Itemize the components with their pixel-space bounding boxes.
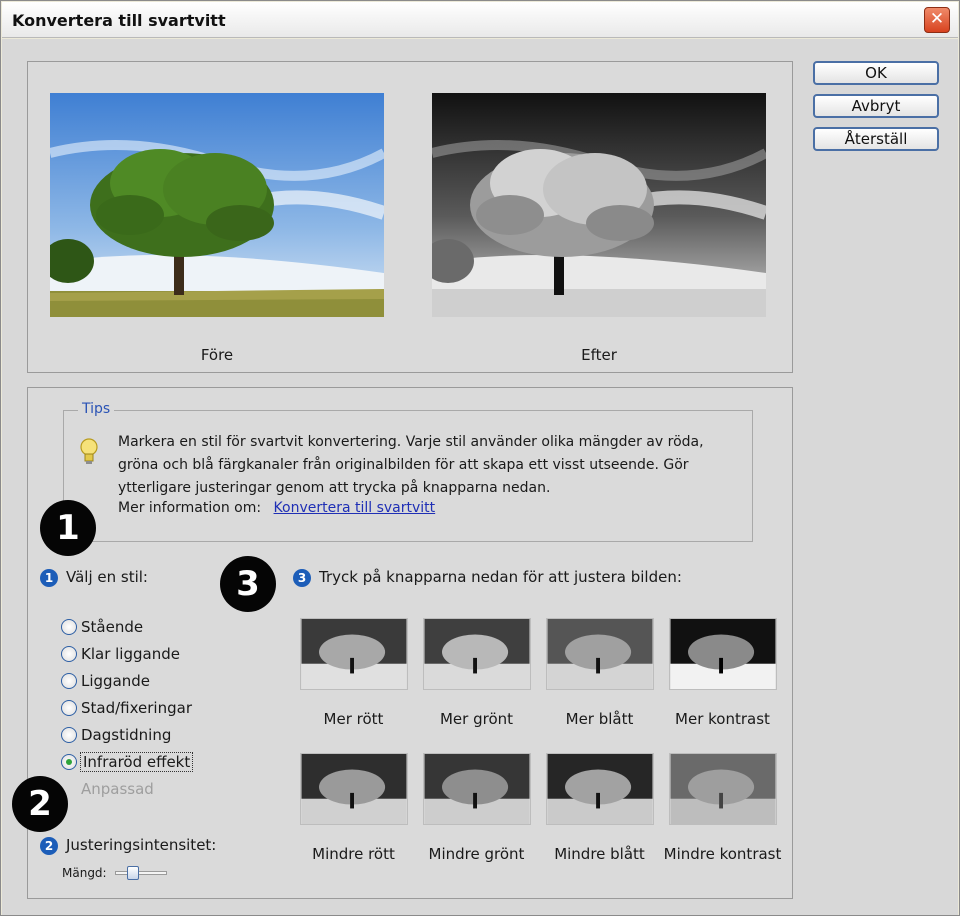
step-badge-3: 3: [220, 556, 276, 612]
settings-panel: Tips Markera en stil för svartvit konver…: [12, 387, 793, 899]
close-button[interactable]: ✕: [924, 7, 950, 33]
more-blue-button[interactable]: Mer blått: [539, 618, 660, 753]
radio-label: Stad/fixeringar: [81, 698, 192, 717]
thumbnail-image: [299, 753, 408, 825]
thumb-label: Mer blått: [565, 710, 634, 728]
less-red-button[interactable]: Mindre rött: [293, 753, 414, 888]
ok-button[interactable]: OK: [813, 61, 939, 85]
window-title: Konvertera till svartvitt: [12, 11, 226, 30]
more-red-button[interactable]: Mer rött: [293, 618, 414, 753]
thumbnail-image: [668, 618, 777, 690]
thumb-label: Mer grönt: [439, 710, 514, 728]
cancel-button[interactable]: Avbryt: [813, 94, 939, 118]
amount-label: Mängd:: [62, 866, 107, 880]
thumbnail-image: [668, 753, 777, 825]
step-icon: 2: [40, 836, 58, 855]
style-option-clear-landscape[interactable]: Klar liggande: [61, 640, 192, 667]
style-label-text: Välj en stil:: [66, 568, 148, 586]
radio-button[interactable]: [61, 699, 77, 716]
dialog-client: Före Efter OK Avbryt Återställ Tips Mark…: [2, 39, 958, 915]
amount-row: Mängd:: [62, 866, 167, 880]
dialog-window: Konvertera till svartvitt ✕ Före Efter O…: [0, 0, 960, 916]
preview-panel: Före Efter: [27, 61, 793, 373]
radio-button[interactable]: [61, 645, 77, 662]
tips-more-info: Mer information om: Konvertera till svar…: [118, 500, 435, 516]
amount-slider[interactable]: [114, 866, 167, 880]
more-info-label: Mer information om:: [118, 500, 262, 516]
tips-group: Tips Markera en stil för svartvit konver…: [63, 401, 753, 542]
thumbnail-image: [545, 753, 654, 825]
before-image: [50, 93, 384, 317]
reset-button[interactable]: Återställ: [813, 127, 939, 151]
adjust-buttons-grid: Mer rött Mer grönt Mer blått Mer kontras…: [293, 618, 785, 888]
style-option-standing[interactable]: Stående: [61, 613, 192, 640]
radio-label: Anpassad: [81, 779, 154, 798]
after-label: Efter: [581, 346, 617, 364]
radio-button[interactable]: [61, 618, 77, 635]
thumbnail-image: [422, 618, 531, 690]
style-section-label: 1 Välj en stil:: [40, 568, 148, 587]
lightbulb-icon: [80, 438, 98, 464]
thumbnail-image: [299, 618, 408, 690]
thumb-label: Mer rött: [323, 710, 384, 728]
radio-label: Liggande: [81, 671, 151, 690]
thumb-label: Mer kontrast: [675, 710, 770, 728]
tips-legend: Tips: [78, 401, 115, 417]
before-label: Före: [200, 346, 234, 364]
help-link[interactable]: Konvertera till svartvitt: [274, 500, 436, 516]
radio-label: Dagstidning: [81, 725, 172, 744]
more-contrast-button[interactable]: Mer kontrast: [662, 618, 783, 753]
radio-label: Infraröd effekt: [79, 751, 194, 772]
more-green-button[interactable]: Mer grönt: [416, 618, 537, 753]
less-green-button[interactable]: Mindre grönt: [416, 753, 537, 888]
less-contrast-button[interactable]: Mindre kontrast: [662, 753, 783, 888]
thumbnail-image: [545, 618, 654, 690]
adjust-label-text: Tryck på knapparna nedan för att justera…: [319, 568, 682, 586]
thumb-label: Mindre kontrast: [663, 845, 782, 863]
thumb-label: Mindre rött: [312, 845, 395, 863]
radio-label: Stående: [81, 617, 144, 636]
style-option-custom: Anpassad: [61, 775, 192, 802]
intensity-section-label: 2 Justeringsintensitet:: [40, 836, 216, 855]
radio-button-checked[interactable]: [61, 753, 77, 770]
step-icon: 3: [293, 568, 311, 587]
step-icon: 1: [40, 568, 58, 587]
slider-thumb[interactable]: [126, 866, 139, 880]
style-radio-group: Stående Klar liggande Liggande Stad/fixe…: [61, 613, 194, 802]
radio-button[interactable]: [61, 672, 77, 689]
intensity-label-text: Justeringsintensitet:: [66, 836, 217, 854]
adjust-section-label: 3 Tryck på knapparna nedan för att juster…: [293, 568, 682, 587]
after-image: [432, 93, 766, 317]
tips-text: Markera en stil för svartvit konverterin…: [118, 434, 704, 496]
step-badge-2: 2: [12, 776, 68, 832]
style-option-newspaper[interactable]: Dagstidning: [61, 721, 192, 748]
thumb-label: Mindre blått: [554, 845, 645, 863]
radio-button[interactable]: [61, 726, 77, 743]
thumb-label: Mindre grönt: [428, 845, 525, 863]
less-blue-button[interactable]: Mindre blått: [539, 753, 660, 888]
style-option-city[interactable]: Stad/fixeringar: [61, 694, 192, 721]
step-badge-1: 1: [40, 500, 96, 556]
style-option-landscape[interactable]: Liggande: [61, 667, 192, 694]
title-bar: Konvertera till svartvitt ✕: [2, 2, 958, 38]
radio-label: Klar liggande: [81, 644, 180, 663]
thumbnail-image: [422, 753, 531, 825]
style-option-infrared[interactable]: Infraröd effekt: [61, 748, 194, 775]
